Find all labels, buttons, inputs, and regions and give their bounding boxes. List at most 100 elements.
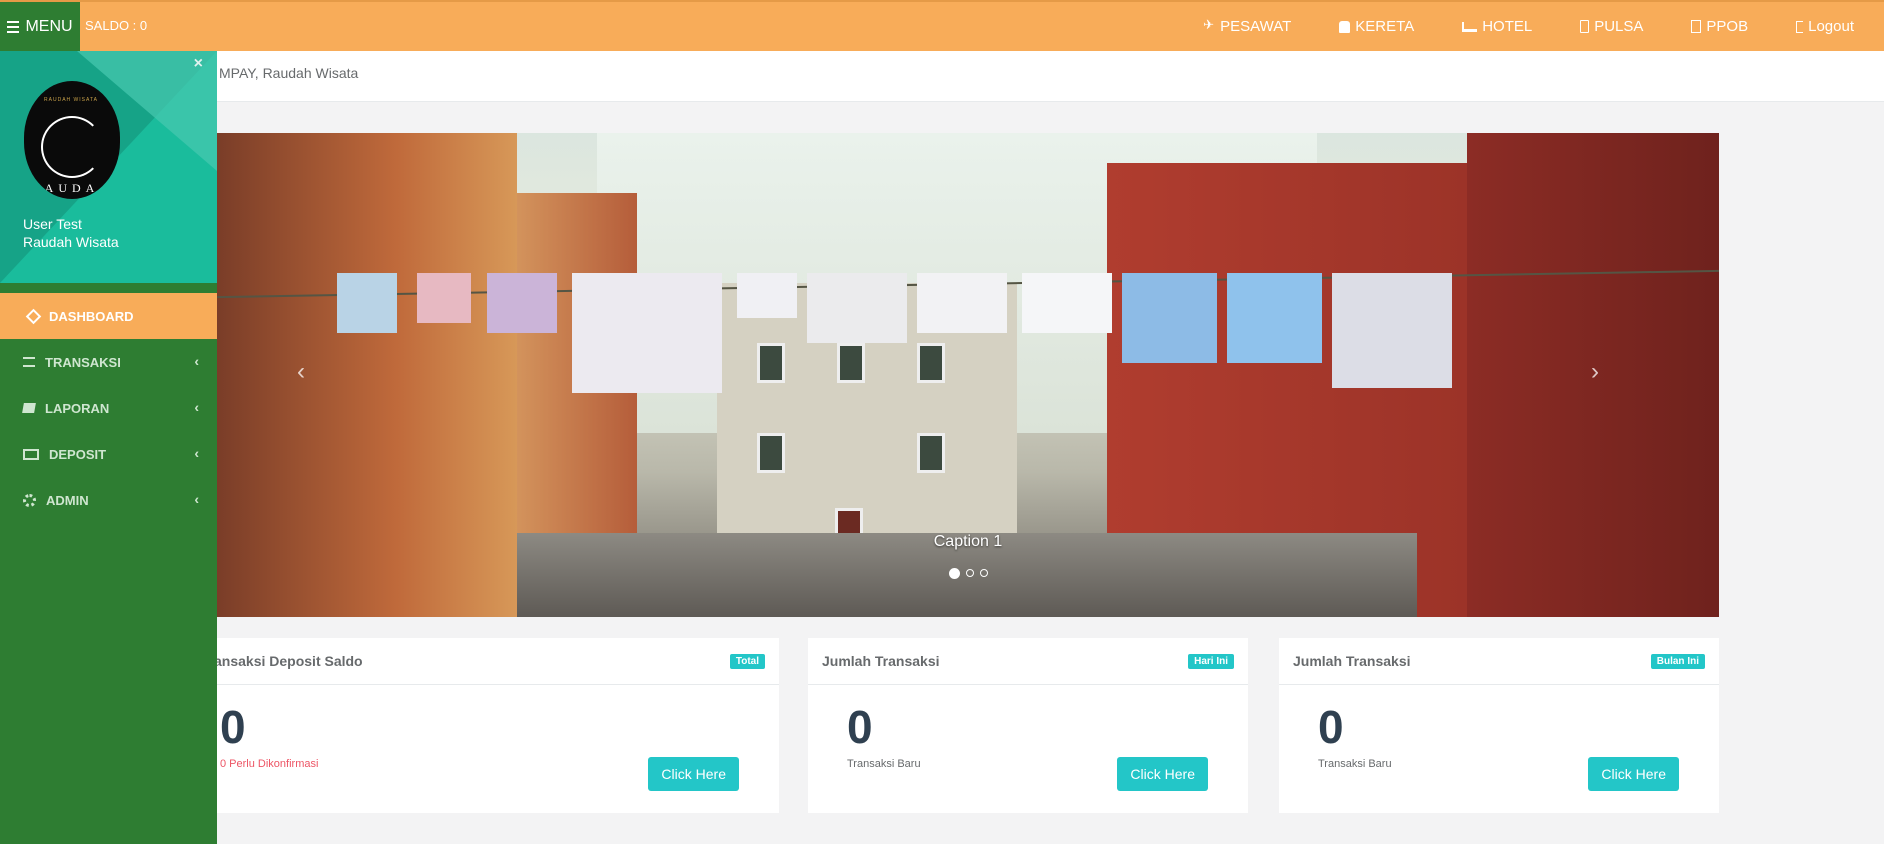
sidebar: × RAUDAH WISATA AUDA User Test Raudah Wi… xyxy=(0,51,217,844)
card-subtitle: 0 Perlu Dikonfirmasi xyxy=(220,758,319,770)
carousel-image-window xyxy=(757,433,785,473)
carousel-next-control[interactable]: › xyxy=(1591,358,1599,386)
carousel-image-cloth xyxy=(1332,273,1452,388)
gear-icon xyxy=(23,493,36,507)
carousel-indicator-1[interactable] xyxy=(948,568,960,579)
card-value: 0 xyxy=(847,701,873,753)
nav-pesawat-label: PESAWAT xyxy=(1220,18,1292,35)
nav-kereta-label: KERETA xyxy=(1355,18,1415,35)
greeting-text: MPAY, Raudah Wisata xyxy=(219,65,359,81)
click-here-button[interactable]: Click Here xyxy=(1117,757,1208,791)
card-value: 0 xyxy=(220,701,246,753)
document-icon xyxy=(1691,20,1702,33)
card-header: Jumlah Transaksi Hari Ini xyxy=(808,638,1248,685)
nav-ppob-label: PPOB xyxy=(1706,18,1749,35)
nav-pesawat[interactable]: PESAWAT xyxy=(1203,17,1292,35)
chevron-left-icon: ‹ xyxy=(194,353,199,369)
carousel-image-window xyxy=(917,433,945,473)
card-header: ansaksi Deposit Saldo Total xyxy=(214,638,779,685)
diamond-icon xyxy=(25,308,42,324)
carousel-image-cloth xyxy=(737,273,797,318)
carousel-indicator-3[interactable] xyxy=(979,569,988,577)
chevron-left-icon: ‹ xyxy=(194,445,199,461)
card-transaksi-bulan-ini: Jumlah Transaksi Bulan Ini 0 Transaksi B… xyxy=(1279,638,1719,813)
sidebar-item-admin[interactable]: ADMIN ‹ xyxy=(0,477,217,523)
logo-arc-text: RAUDAH WISATA xyxy=(44,97,98,103)
carousel-image-window xyxy=(837,343,865,383)
user-name: User Test xyxy=(23,216,82,232)
carousel-image-window xyxy=(917,343,945,383)
nav-ppob[interactable]: PPOB xyxy=(1691,18,1748,35)
hamburger-icon xyxy=(7,20,20,33)
sidebar-item-laporan[interactable]: LAPORAN ‹ xyxy=(0,385,217,431)
saldo-balance: SALDO : 0 xyxy=(85,18,148,33)
carousel-image-cloth xyxy=(572,273,722,393)
carousel-indicators xyxy=(217,568,1719,579)
carousel-prev-control[interactable]: ‹ xyxy=(297,358,305,386)
plane-icon xyxy=(1203,17,1215,33)
sidebar-item-label: TRANSAKSI xyxy=(45,354,121,370)
card-value: 0 xyxy=(1318,701,1344,753)
nav-pulsa[interactable]: PULSA xyxy=(1580,18,1643,35)
status-badge: Bulan Ini xyxy=(1650,654,1705,669)
user-info: User Test Raudah Wisata xyxy=(23,215,119,251)
close-icon[interactable]: × xyxy=(194,55,203,73)
sidebar-item-label: DASHBOARD xyxy=(49,308,134,324)
card-deposit-saldo: ansaksi Deposit Saldo Total 0 0 Perlu Di… xyxy=(214,638,779,813)
nav-logout-label: Logout xyxy=(1808,18,1854,35)
train-icon xyxy=(1339,20,1351,33)
menu-toggle-button[interactable]: MENU xyxy=(0,2,80,51)
carousel-image-cloth xyxy=(917,273,1007,333)
carousel-image-cloth xyxy=(337,273,397,333)
sidebar-item-label: DEPOSIT xyxy=(49,446,107,462)
logo-text: AUDA xyxy=(44,181,100,195)
page-heading: MPAY, Raudah Wisata xyxy=(0,51,1884,102)
sidebar-item-transaksi[interactable]: TRANSAKSI ‹ xyxy=(0,339,217,385)
click-here-button[interactable]: Click Here xyxy=(648,757,739,791)
sidebar-item-label: LAPORAN xyxy=(45,400,110,416)
carousel-image-cloth xyxy=(1227,273,1322,363)
card-header: Jumlah Transaksi Bulan Ini xyxy=(1279,638,1719,685)
top-nav-links: PESAWAT KERETA HOTEL PULSA PPOB Logout xyxy=(1203,2,1854,51)
card-title: Jumlah Transaksi xyxy=(1293,653,1411,669)
sidebar-item-label: ADMIN xyxy=(46,492,89,508)
mobile-icon xyxy=(1580,20,1590,33)
credit-card-icon xyxy=(23,448,39,460)
card-subtitle: Transaksi Baru xyxy=(847,758,921,770)
carousel-image-cloth xyxy=(1122,273,1217,363)
nav-kereta[interactable]: KERETA xyxy=(1339,18,1414,35)
logo-swirl xyxy=(41,116,103,178)
avatar-logo: RAUDAH WISATA AUDA xyxy=(24,81,120,199)
card-title: Jumlah Transaksi xyxy=(822,653,940,669)
carousel-image-cloth xyxy=(487,273,557,333)
card-transaksi-hari-ini: Jumlah Transaksi Hari Ini 0 Transaksi Ba… xyxy=(808,638,1248,813)
status-badge: Hari Ini xyxy=(1188,654,1234,669)
carousel-image-cloth xyxy=(417,273,471,323)
list-icon xyxy=(23,357,35,367)
book-icon xyxy=(22,403,36,413)
logout-icon xyxy=(1796,20,1804,33)
status-badge: Total xyxy=(729,654,765,669)
sidebar-item-dashboard[interactable]: DASHBOARD xyxy=(0,293,217,339)
top-navbar: MENU SALDO : 0 PESAWAT KERETA HOTEL PULS… xyxy=(0,0,1884,51)
carousel-image-cloth xyxy=(1022,273,1112,333)
chevron-left-icon: ‹ xyxy=(194,399,199,415)
card-title: ansaksi Deposit Saldo xyxy=(214,653,363,669)
nav-hotel[interactable]: HOTEL xyxy=(1462,18,1532,35)
card-subtitle: Transaksi Baru xyxy=(1318,758,1392,770)
click-here-button[interactable]: Click Here xyxy=(1588,757,1679,791)
nav-pulsa-label: PULSA xyxy=(1594,18,1644,35)
carousel-indicator-2[interactable] xyxy=(965,569,974,577)
user-company: Raudah Wisata xyxy=(23,234,119,250)
nav-logout[interactable]: Logout xyxy=(1796,18,1854,35)
bed-icon xyxy=(1462,21,1478,32)
nav-hotel-label: HOTEL xyxy=(1482,18,1533,35)
menu-label: MENU xyxy=(25,17,73,35)
sidebar-item-deposit[interactable]: DEPOSIT ‹ xyxy=(0,431,217,477)
chevron-left-icon: ‹ xyxy=(194,491,199,507)
carousel-image-cloth xyxy=(807,273,907,343)
carousel-caption: Caption 1 xyxy=(933,533,1003,550)
carousel-image-window xyxy=(757,343,785,383)
image-carousel[interactable]: ‹ › Caption 1 xyxy=(217,133,1719,617)
sidebar-profile-header: × RAUDAH WISATA AUDA User Test Raudah Wi… xyxy=(0,51,217,283)
